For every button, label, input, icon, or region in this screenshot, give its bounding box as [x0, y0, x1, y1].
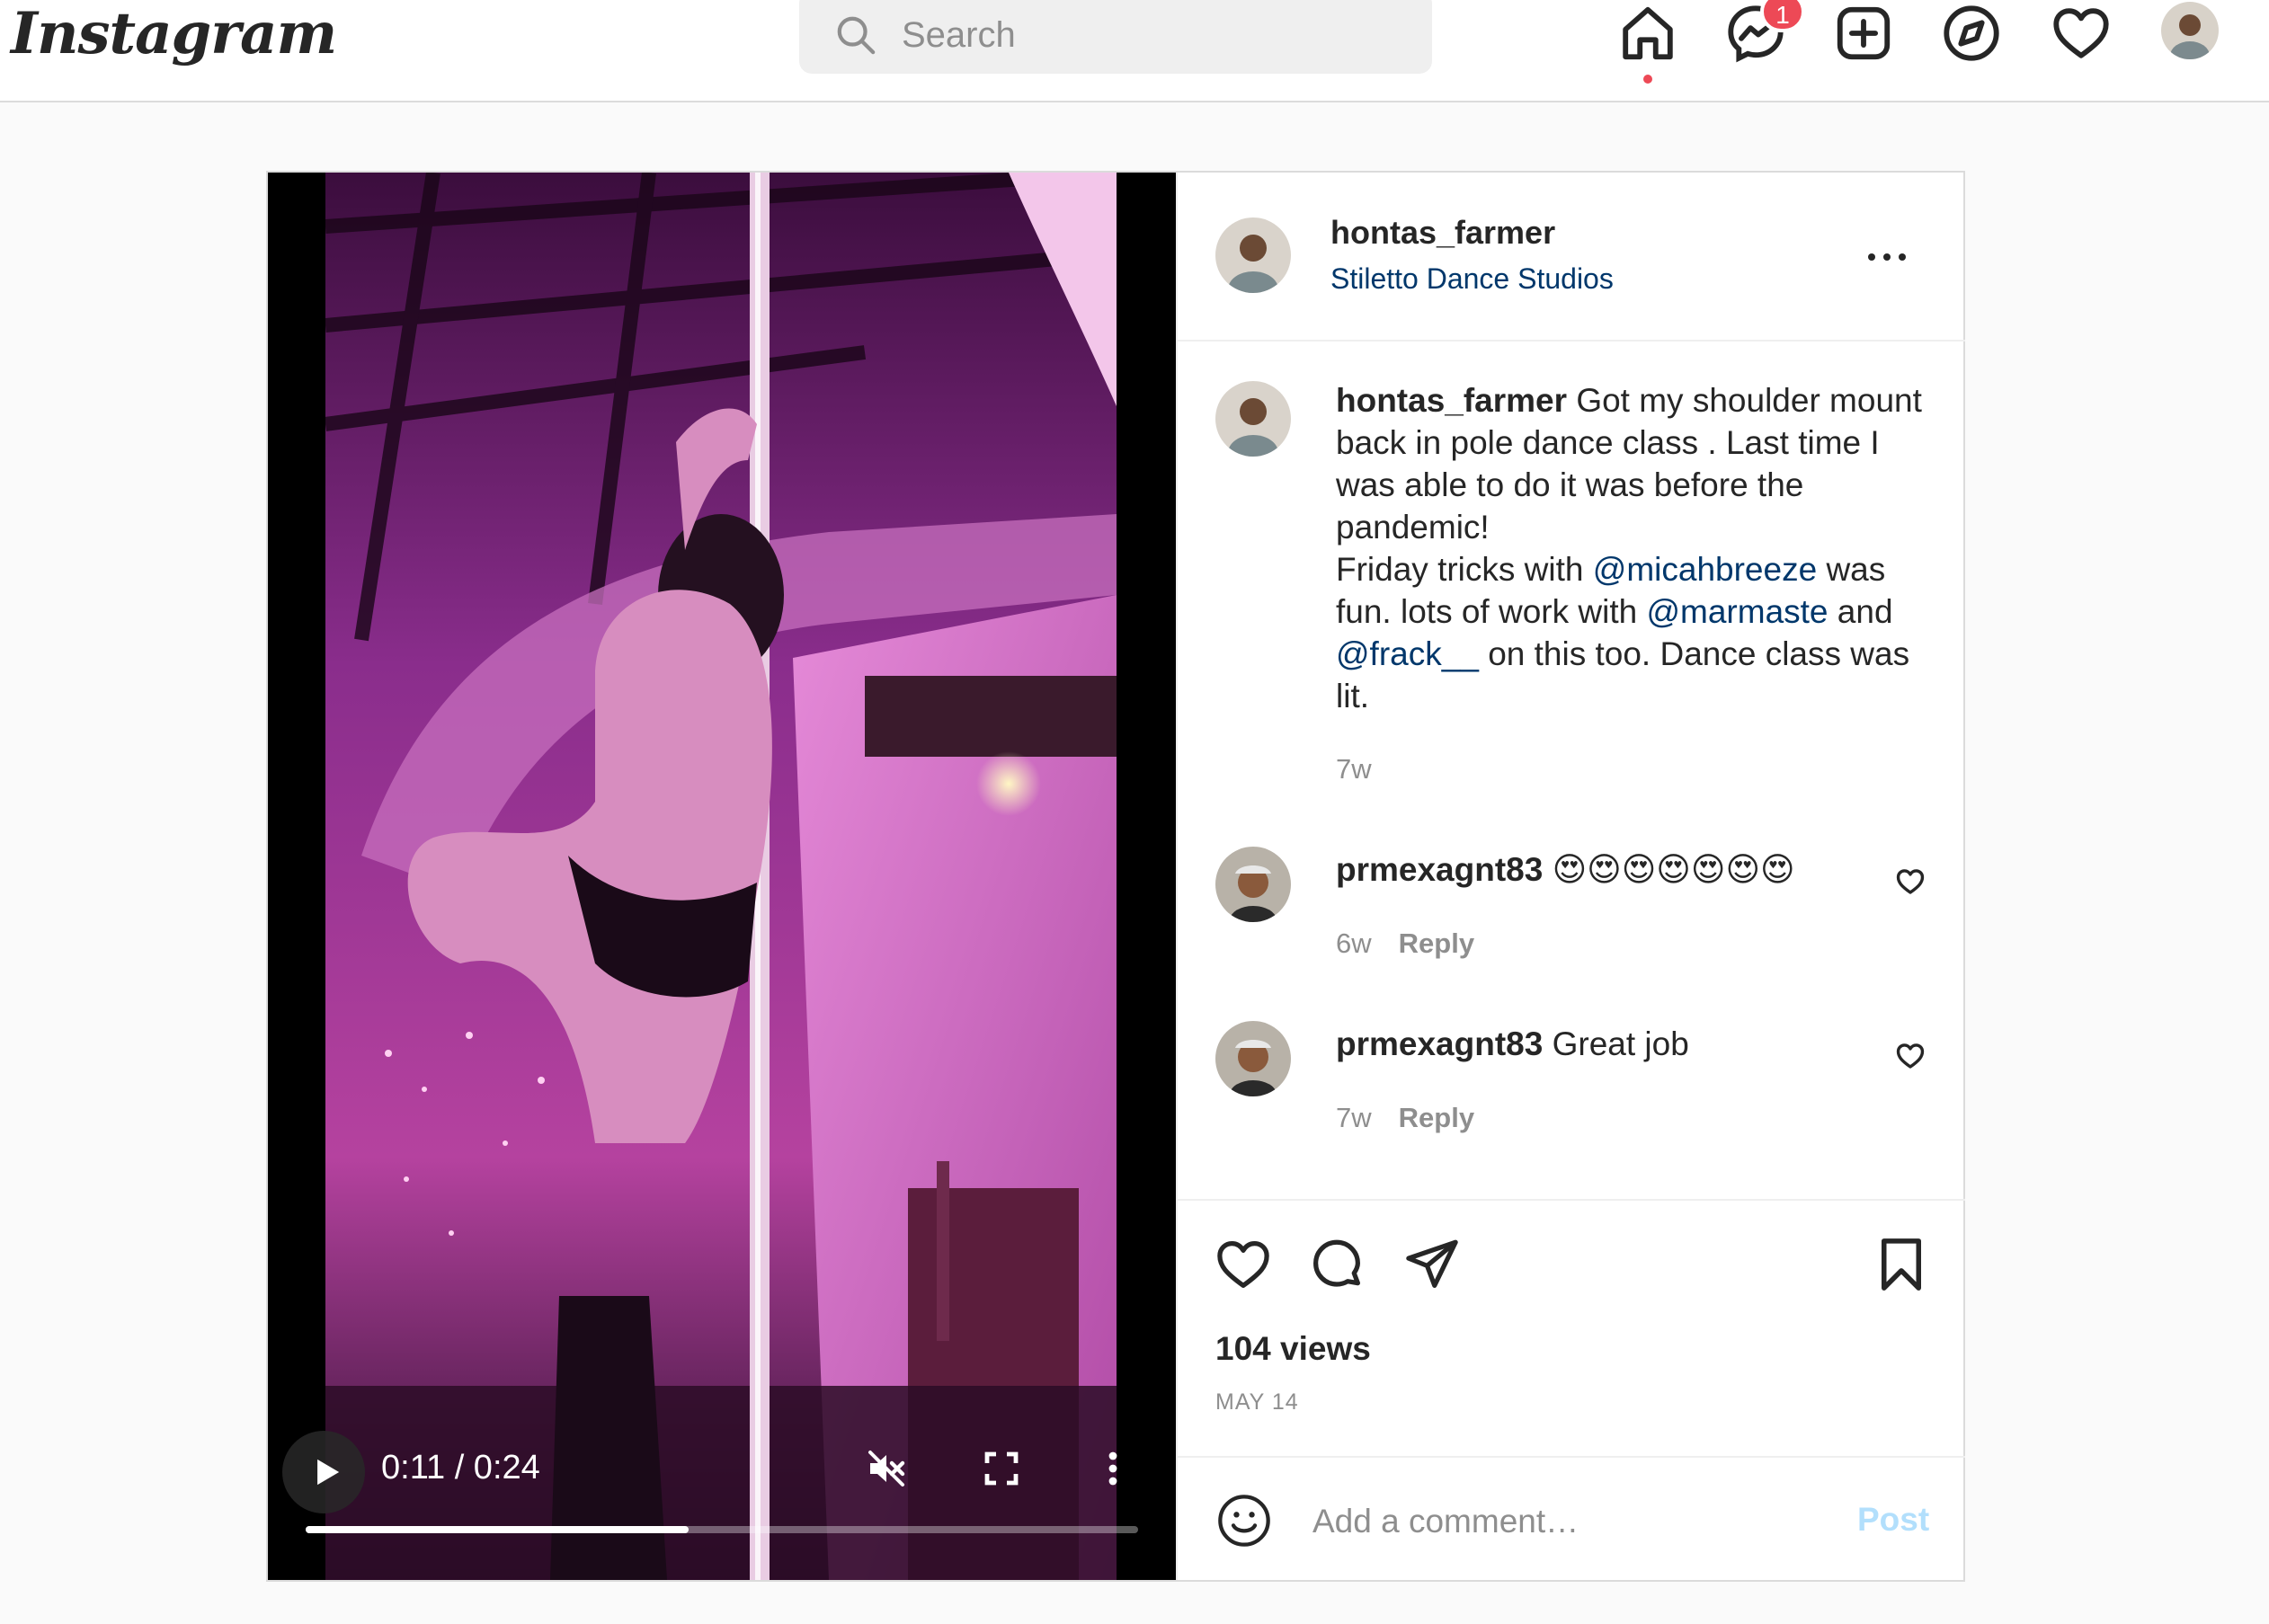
comment-item: prmexagnt83 😍😍😍😍😍😍😍 [1336, 848, 1795, 891]
commenter-avatar[interactable] [1215, 847, 1291, 922]
video-player[interactable]: 0:11 / 0:24 [268, 173, 1176, 1580]
home-icon[interactable] [1616, 2, 1679, 65]
comment-meta: 6w Reply [1336, 927, 1474, 960]
more-vert-icon[interactable] [1091, 1447, 1134, 1490]
caption-author-avatar[interactable] [1215, 381, 1291, 457]
reply-button[interactable]: Reply [1399, 1102, 1474, 1133]
mention-link[interactable]: @marmaste [1646, 593, 1828, 630]
mention-link[interactable]: @micahbreeze [1593, 551, 1817, 588]
search-box[interactable] [799, 0, 1432, 74]
video-progress-bar[interactable] [306, 1526, 1138, 1533]
reply-button[interactable]: Reply [1399, 927, 1474, 959]
video-controls: 0:11 / 0:24 [268, 173, 1176, 1580]
search-input[interactable] [900, 7, 1407, 63]
post-date[interactable]: MAY 14 [1215, 1389, 1299, 1415]
fullscreen-icon[interactable] [980, 1447, 1023, 1490]
view-count[interactable]: 104 views [1215, 1330, 1371, 1368]
instagram-logo[interactable]: Instagram [11, 0, 337, 67]
post-side-panel: hontas_farmer Stiletto Dance Studios hon… [1176, 173, 1965, 1580]
save-bookmark-icon[interactable] [1872, 1235, 1931, 1294]
caption-username[interactable]: hontas_farmer [1336, 382, 1567, 419]
comment-text: Great job [1552, 1025, 1689, 1062]
add-comment-bar: Post [1178, 1456, 1965, 1582]
comment-age[interactable]: 6w [1336, 927, 1372, 959]
post-comment-button[interactable]: Post [1857, 1501, 1929, 1539]
comment-username[interactable]: prmexagnt83 [1336, 851, 1543, 888]
more-options-icon[interactable] [1864, 248, 1909, 266]
comment-meta: 7w Reply [1336, 1102, 1474, 1134]
mention-link[interactable]: @frack__ [1336, 635, 1479, 672]
video-time: 0:11 / 0:24 [381, 1449, 540, 1486]
notification-badge: 1 [1760, 0, 1805, 32]
share-icon[interactable] [1402, 1235, 1462, 1294]
new-post-icon[interactable] [1832, 2, 1895, 65]
comment-like-icon[interactable] [1895, 866, 1926, 897]
post-actions-divider [1178, 1199, 1965, 1201]
play-button[interactable] [282, 1431, 365, 1513]
post-caption: hontas_farmer Got my shoulder mount back… [1336, 379, 1929, 717]
profile-avatar[interactable] [2161, 2, 2219, 59]
video-progress-fill [306, 1526, 689, 1533]
post-location[interactable]: Stiletto Dance Studios [1330, 262, 1614, 296]
search-icon [837, 16, 876, 55]
comment-like-icon[interactable] [1895, 1041, 1926, 1071]
post-header: hontas_farmer Stiletto Dance Studios [1178, 173, 1965, 342]
emoji-icon[interactable] [1215, 1492, 1273, 1549]
like-icon[interactable] [1214, 1235, 1273, 1294]
add-comment-input[interactable] [1311, 1492, 1818, 1551]
commenter-avatar[interactable] [1215, 1021, 1291, 1096]
play-icon [317, 1459, 340, 1486]
active-indicator-dot [1643, 75, 1652, 84]
comment-icon[interactable] [1307, 1235, 1366, 1294]
post-card: 0:11 / 0:24 hontas_farmer Stiletto Dance… [266, 171, 1965, 1582]
comment-age[interactable]: 7w [1336, 1102, 1372, 1133]
comment-text: 😍😍😍😍😍😍😍 [1552, 851, 1795, 888]
caption-text: and [1837, 593, 1893, 630]
comment-item: prmexagnt83 Great job [1336, 1023, 1689, 1065]
author-username[interactable]: hontas_farmer [1330, 214, 1555, 252]
activity-heart-icon[interactable] [2050, 2, 2113, 65]
caption-text: Friday tricks with [1336, 551, 1584, 588]
explore-icon[interactable] [1940, 2, 2003, 65]
caption-age[interactable]: 7w [1336, 753, 1372, 785]
author-avatar[interactable] [1215, 217, 1291, 293]
comment-username[interactable]: prmexagnt83 [1336, 1025, 1543, 1062]
top-navigation-bar: Instagram 1 [0, 0, 2269, 102]
mute-icon[interactable] [865, 1447, 908, 1490]
